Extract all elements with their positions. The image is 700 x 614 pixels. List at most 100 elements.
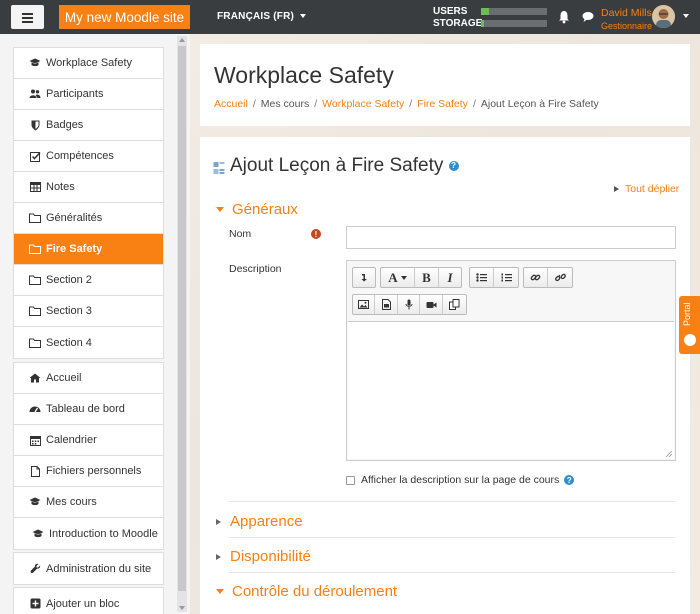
breadcrumb-item[interactable]: Accueil — [214, 98, 248, 110]
sidebar-item-calendrier[interactable]: Calendrier — [14, 425, 163, 456]
sidebar-item-fire-safety[interactable]: Fire Safety — [14, 234, 163, 265]
toolbar-group-collapse — [352, 267, 376, 288]
sidebar-item-mes-cours[interactable]: Mes cours — [14, 487, 163, 518]
sidebar-item-tableau-de-bord[interactable]: Tableau de bord — [14, 394, 163, 425]
caret-down-icon — [216, 207, 224, 212]
sidebar-item-workplace-safety[interactable]: Workplace Safety — [14, 48, 163, 79]
sidebar-item-participants[interactable]: Participants — [14, 79, 163, 110]
microphone-icon[interactable] — [398, 295, 420, 314]
plus-square-icon — [29, 598, 41, 610]
checkbox-icon — [29, 150, 41, 162]
language-menu[interactable]: FRANÇAIS (FR) — [217, 11, 307, 22]
image-icon[interactable] — [353, 295, 375, 314]
help-icon[interactable]: ? — [448, 160, 459, 171]
section-general-toggle[interactable]: Généraux — [216, 201, 298, 218]
sidebar-item-administration[interactable]: Administration du site — [14, 553, 163, 584]
sidebar-item-label: Mes cours — [46, 496, 97, 508]
section-title: Contrôle du déroulement — [232, 583, 398, 600]
font-style-icon[interactable]: A — [381, 268, 415, 287]
section-flow-toggle[interactable]: Contrôle du déroulement — [216, 583, 397, 600]
link-icon[interactable] — [524, 268, 548, 287]
scroll-up-icon[interactable] — [179, 38, 185, 42]
sidebar-item-label: Fichiers personnels — [46, 465, 142, 477]
manage-files-icon[interactable] — [443, 295, 466, 314]
media-icon[interactable] — [375, 295, 398, 314]
chat-icon[interactable] — [582, 11, 594, 23]
resize-grip-icon[interactable] — [664, 449, 672, 457]
sidebar: Workplace Safety Participants Badges Compét… — [0, 34, 190, 614]
scroll-down-icon[interactable] — [179, 606, 185, 610]
numbered-list-icon[interactable] — [494, 268, 518, 287]
sidebar-item-accueil[interactable]: Accueil — [14, 363, 163, 394]
breadcrumb-separator: / — [252, 98, 256, 110]
user-name[interactable]: David Mills — [601, 7, 652, 19]
bold-icon[interactable]: B — [415, 268, 439, 287]
expand-all-link[interactable]: Tout déplier — [614, 183, 679, 195]
sidebar-item-g-n-ralit-s[interactable]: Généralités — [14, 203, 163, 234]
usage-meters: USERS STORAGE — [433, 5, 547, 29]
breadcrumb-item[interactable]: Workplace Safety — [322, 98, 404, 110]
section-availability-toggle[interactable]: Disponibilité — [216, 548, 311, 565]
name-input[interactable] — [346, 226, 676, 249]
sidebar-item-comp-tences[interactable]: Compétences — [14, 141, 163, 172]
sidebar-scrollbar[interactable] — [177, 36, 187, 612]
sidebar-item-label: Tableau de bord — [46, 403, 125, 415]
sidebar-item-section-2[interactable]: Section 2 — [14, 265, 163, 296]
sidebar-item-add-block[interactable]: Ajouter un bloc — [14, 588, 163, 614]
site-name-link[interactable]: My new Moodle site — [59, 5, 190, 29]
sidebar-item-label: Accueil — [46, 372, 82, 384]
sidebar-item-fichiers-personnels[interactable]: Fichiers personnels — [14, 456, 163, 487]
expand-all-label: Tout déplier — [625, 183, 680, 195]
sidebar-item-section-3[interactable]: Section 3 — [14, 296, 163, 327]
name-label: Nom — [229, 228, 252, 240]
storage-bar — [481, 19, 547, 27]
sidebar-item-label: Généralités — [46, 212, 103, 224]
caret-down-icon[interactable] — [683, 14, 689, 18]
file-icon — [29, 465, 41, 477]
sidebar-item-section-4[interactable]: Section 4 — [14, 327, 163, 358]
sidebar-item-label: Fire Safety — [46, 243, 103, 255]
sidebar-item-label: Introduction to Moodle — [49, 527, 158, 540]
lesson-icon — [213, 162, 225, 174]
portal-icon — [684, 334, 696, 346]
section-appearance-toggle[interactable]: Apparence — [216, 513, 303, 530]
toolbar-group-lists — [469, 267, 519, 288]
portal-tab[interactable]: Portal — [679, 296, 700, 354]
collapse-toggle-icon[interactable] — [353, 268, 375, 287]
caret-right-icon — [216, 518, 221, 525]
divider — [229, 572, 675, 573]
dashboard-icon — [29, 403, 41, 415]
sidebar-item-label: Section 3 — [46, 305, 92, 317]
menu-toggle-button[interactable] — [11, 5, 44, 29]
avatar[interactable] — [652, 5, 675, 28]
add-block-block: Ajouter un bloc — [13, 587, 164, 614]
bullet-list-icon[interactable] — [470, 268, 494, 287]
admin-block: Administration du site — [13, 552, 164, 585]
help-icon[interactable]: ? — [564, 475, 575, 485]
site-navigation: Accueil Tableau de bord Calendrier Fichiers… — [13, 362, 164, 550]
bell-icon[interactable] — [558, 10, 570, 24]
show-description-option: Afficher la description sur la page de c… — [346, 474, 575, 486]
video-icon[interactable] — [420, 295, 443, 314]
calendar-icon — [29, 434, 41, 446]
description-textarea[interactable] — [348, 321, 674, 459]
breadcrumb-separator: / — [472, 98, 476, 110]
folder-icon — [29, 243, 41, 255]
unlink-icon[interactable] — [548, 268, 572, 287]
sidebar-item-label: Compétences — [46, 150, 114, 162]
sidebar-item-notes[interactable]: Notes — [14, 172, 163, 203]
sidebar-item-label: Ajouter un bloc — [46, 597, 120, 610]
breadcrumb-separator: / — [314, 98, 318, 110]
sidebar-item-label: Section 4 — [46, 336, 92, 349]
show-description-label: Afficher la description sur la page de c… — [361, 474, 560, 486]
breadcrumb-item[interactable]: Fire Safety — [417, 98, 468, 110]
sidebar-item-label: Calendrier — [46, 434, 97, 446]
sidebar-item-badges[interactable]: Badges — [14, 110, 163, 141]
description-editor: A B I — [346, 260, 676, 461]
sidebar-item-label: Section 2 — [46, 274, 92, 286]
show-description-checkbox[interactable] — [346, 475, 355, 485]
italic-icon[interactable]: I — [439, 268, 461, 287]
scroll-thumb[interactable] — [178, 46, 186, 591]
sidebar-item-introduction-to-moodle[interactable]: Introduction to Moodle — [14, 518, 163, 549]
sidebar-item-label: Workplace Safety — [46, 57, 133, 69]
